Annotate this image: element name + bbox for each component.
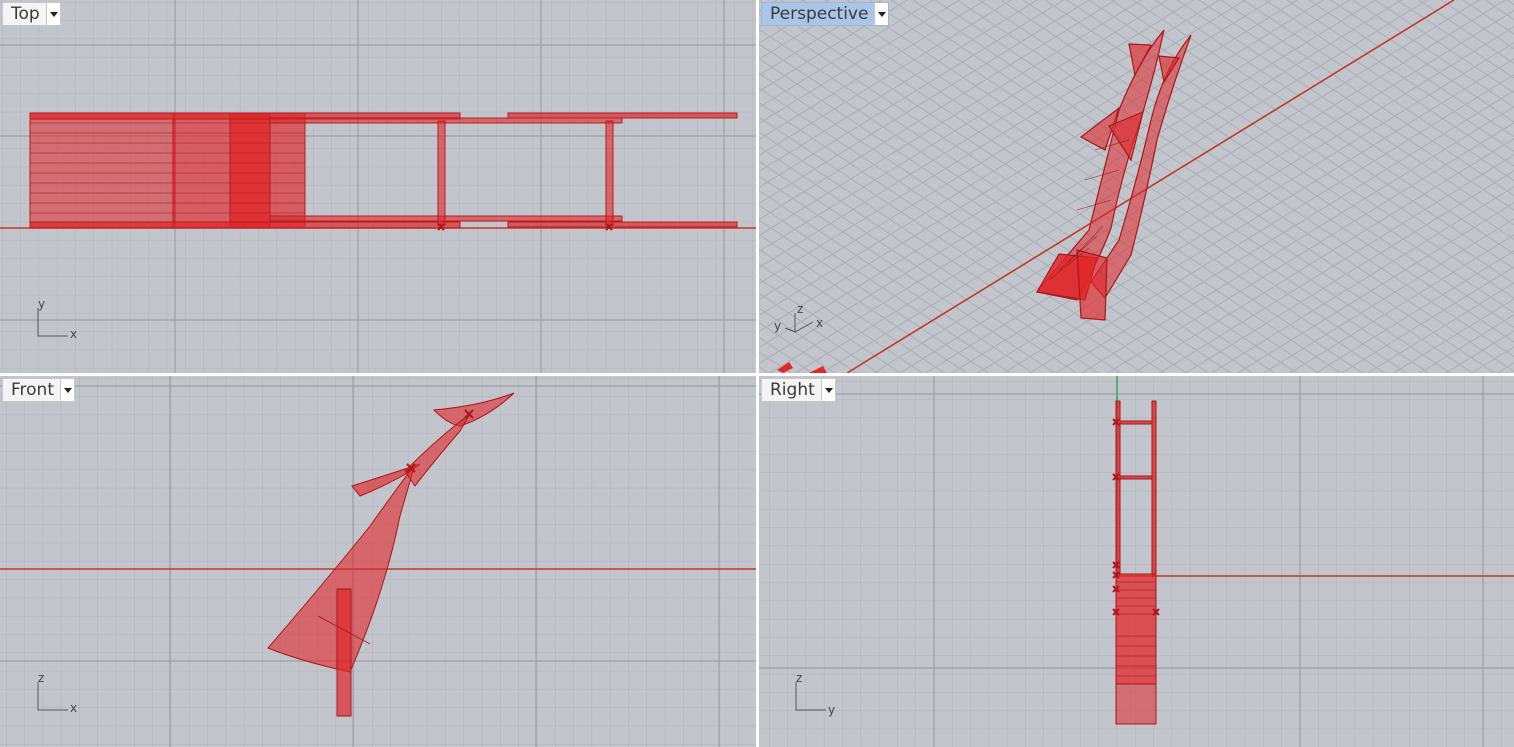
viewport-tab-top[interactable]: Top <box>2 2 61 26</box>
viewport-perspective[interactable]: z y x Perspective <box>759 0 1514 373</box>
viewport-title[interactable]: Right <box>762 379 821 401</box>
svg-text:z: z <box>796 671 802 685</box>
svg-text:x: x <box>816 316 823 330</box>
viewport-right[interactable]: z y Right <box>759 376 1514 747</box>
svg-text:z: z <box>797 302 803 316</box>
svg-text:z: z <box>38 671 44 685</box>
svg-text:x: x <box>70 327 77 341</box>
viewport-title[interactable]: Front <box>3 379 60 401</box>
viewport-tab-perspective[interactable]: Perspective <box>761 2 890 26</box>
dropdown-arrow-icon[interactable] <box>874 3 889 25</box>
svg-text:y: y <box>774 319 781 333</box>
svg-text:x: x <box>70 701 77 715</box>
dropdown-arrow-icon[interactable] <box>820 379 835 401</box>
viewport-splitter-horizontal[interactable] <box>0 373 1514 376</box>
viewport-tab-right[interactable]: Right <box>761 378 836 402</box>
viewport-title[interactable]: Top <box>3 3 46 25</box>
viewport-title[interactable]: Perspective <box>762 3 874 25</box>
front-view-canvas[interactable]: z x <box>0 376 756 747</box>
right-view-canvas[interactable]: z y <box>759 376 1514 747</box>
viewport-front[interactable]: z x Front <box>0 376 756 747</box>
svg-text:y: y <box>828 703 835 717</box>
viewport-top[interactable]: y x Top <box>0 0 756 373</box>
viewport-tab-front[interactable]: Front <box>2 378 75 402</box>
top-view-canvas[interactable]: y x <box>0 0 756 373</box>
dropdown-arrow-icon[interactable] <box>45 3 60 25</box>
svg-text:y: y <box>38 297 45 311</box>
perspective-view-canvas[interactable]: z y x <box>759 0 1514 373</box>
dropdown-arrow-icon[interactable] <box>60 379 74 401</box>
